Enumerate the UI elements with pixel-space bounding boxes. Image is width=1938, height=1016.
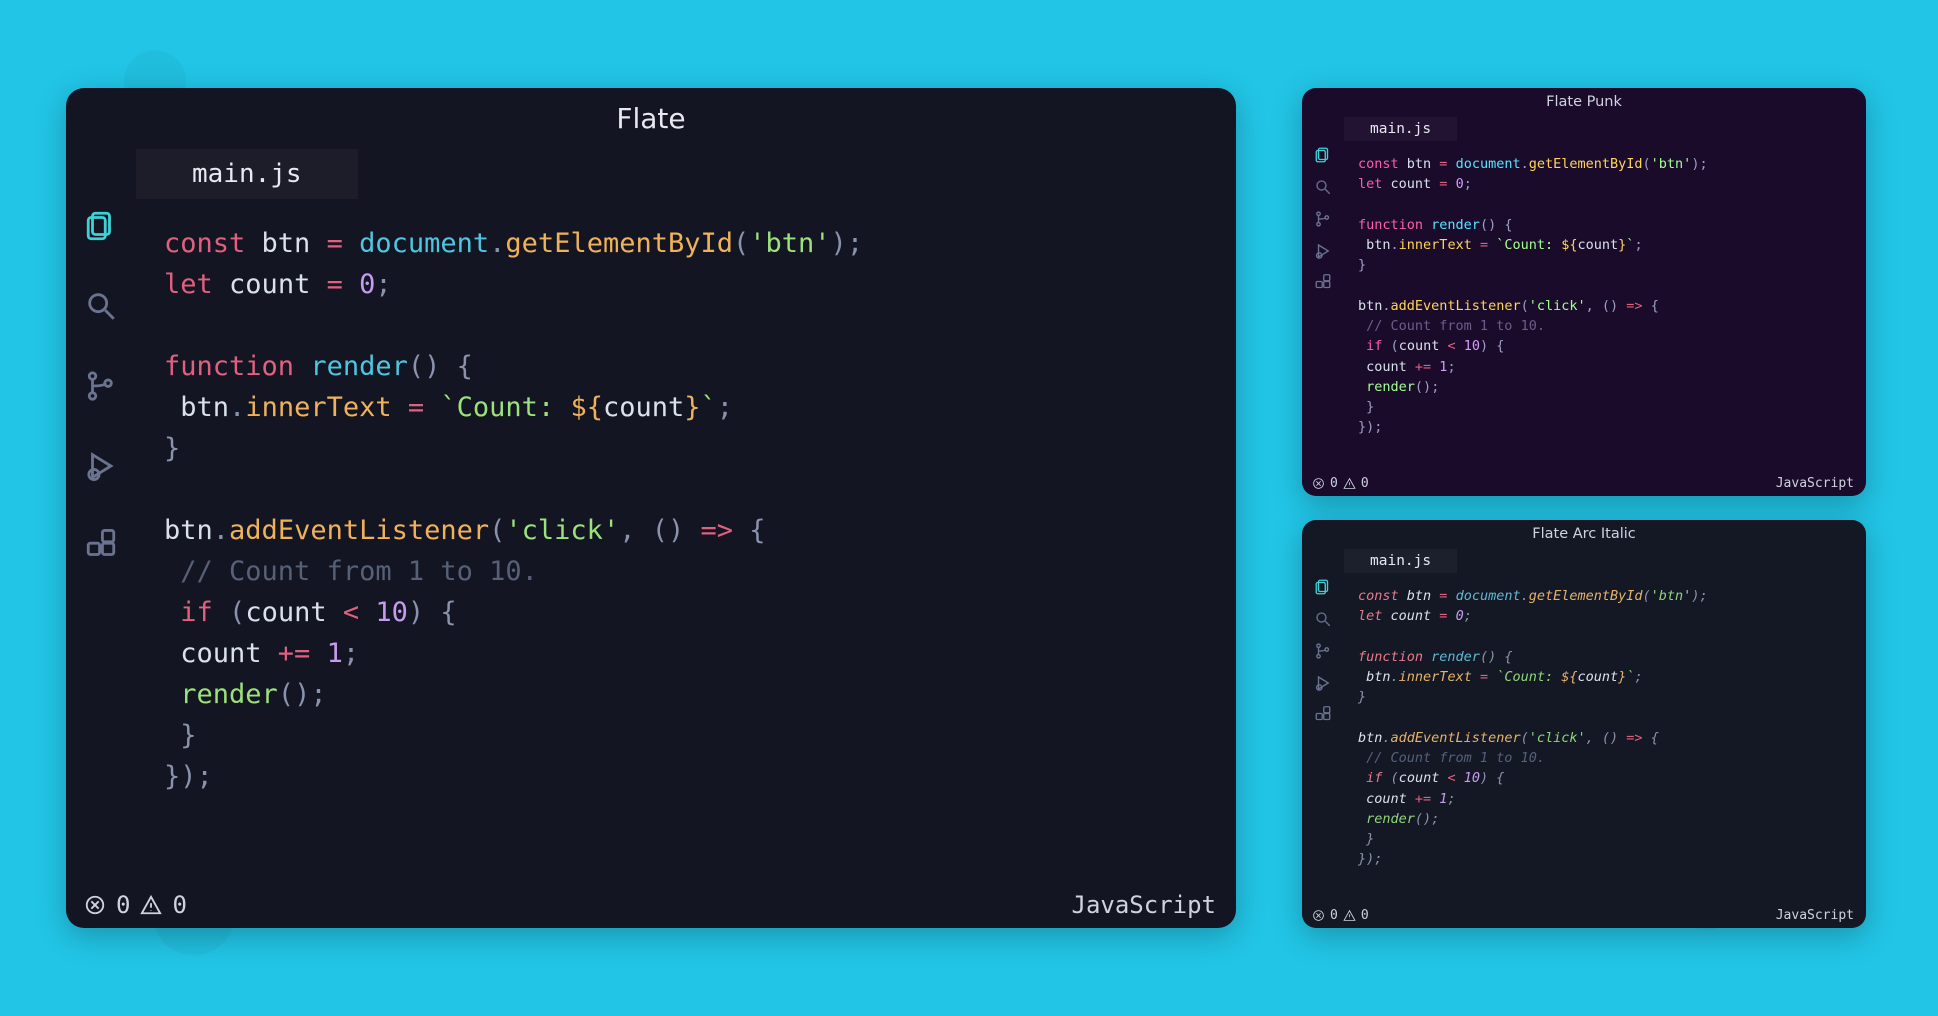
search-icon[interactable] (1314, 610, 1332, 628)
error-count: 0 (1330, 908, 1338, 923)
tab-row: main.js (66, 145, 1236, 203)
code-area[interactable]: const btn = document.getElementById('btn… (1344, 576, 1866, 902)
editor-flate-arc: Flate Arc Italic main.js const btn = doc… (1302, 520, 1866, 928)
debug-icon[interactable] (1314, 242, 1332, 260)
status-bar: 0 0 JavaScript (1302, 470, 1866, 496)
activity-bar (1302, 144, 1344, 470)
files-icon[interactable] (1314, 146, 1332, 164)
code-area[interactable]: const btn = document.getElementById('btn… (1344, 144, 1866, 470)
files-icon[interactable] (84, 209, 118, 243)
code-area[interactable]: const btn = document.getElementById('btn… (136, 203, 1236, 882)
git-icon[interactable] (84, 369, 118, 403)
error-icon[interactable] (1312, 477, 1325, 490)
language-indicator[interactable]: JavaScript (1776, 908, 1854, 923)
error-icon[interactable] (1312, 909, 1325, 922)
window-title: Flate Punk (1302, 88, 1866, 114)
warning-count: 0 (172, 891, 186, 919)
tab-row: main.js (1302, 114, 1866, 144)
language-indicator[interactable]: JavaScript (1072, 891, 1217, 919)
search-icon[interactable] (1314, 178, 1332, 196)
status-bar: 0 0 JavaScript (66, 882, 1236, 928)
extensions-icon[interactable] (1314, 274, 1332, 292)
warning-icon[interactable] (1343, 909, 1356, 922)
status-bar: 0 0 JavaScript (1302, 902, 1866, 928)
warning-count: 0 (1361, 908, 1369, 923)
search-icon[interactable] (84, 289, 118, 323)
tab-main-js[interactable]: main.js (136, 149, 358, 199)
tab-row: main.js (1302, 546, 1866, 576)
error-icon[interactable] (84, 894, 106, 916)
warning-count: 0 (1361, 476, 1369, 491)
git-icon[interactable] (1314, 210, 1332, 228)
debug-icon[interactable] (1314, 674, 1332, 692)
window-title: Flate Arc Italic (1302, 520, 1866, 546)
files-icon[interactable] (1314, 578, 1332, 596)
activity-bar (1302, 576, 1344, 902)
extensions-icon[interactable] (84, 529, 118, 563)
editor-flate: Flate main.js const btn = document.getEl… (66, 88, 1236, 928)
language-indicator[interactable]: JavaScript (1776, 476, 1854, 491)
activity-bar (66, 203, 136, 882)
tab-main-js[interactable]: main.js (1344, 549, 1457, 573)
git-icon[interactable] (1314, 642, 1332, 660)
debug-icon[interactable] (84, 449, 118, 483)
tab-main-js[interactable]: main.js (1344, 117, 1457, 141)
error-count: 0 (1330, 476, 1338, 491)
extensions-icon[interactable] (1314, 706, 1332, 724)
error-count: 0 (116, 891, 130, 919)
window-title: Flate (66, 88, 1236, 145)
warning-icon[interactable] (140, 894, 162, 916)
warning-icon[interactable] (1343, 477, 1356, 490)
editor-flate-punk: Flate Punk main.js const btn = document.… (1302, 88, 1866, 496)
